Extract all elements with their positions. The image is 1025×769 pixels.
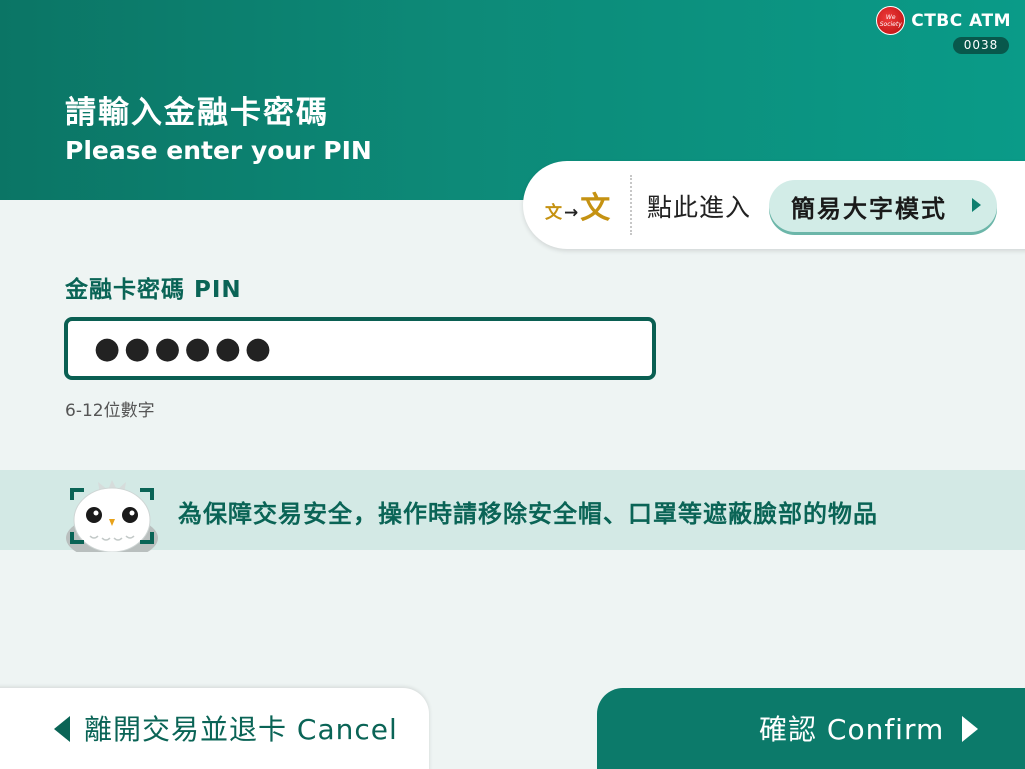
brand-logo-text: We Society <box>879 13 902 28</box>
divider <box>630 175 632 235</box>
brand-name: CTBC ATM <box>911 10 1011 31</box>
pin-label: 金融卡密碼 PIN <box>65 277 242 303</box>
arrow-right-icon <box>962 716 979 742</box>
large-text-mode-button-label: 簡易大字模式 <box>791 194 947 223</box>
owl-mascot-icon <box>66 480 158 552</box>
arrow-left-icon <box>54 716 70 742</box>
cancel-button[interactable]: 離開交易並退卡 Cancel <box>0 688 429 769</box>
large-text-mode-hint: 點此進入 <box>647 193 752 222</box>
page-title-en: Please enter your PIN <box>65 136 372 165</box>
security-notice-text: 為保障交易安全，操作時請移除安全帽、口罩等遮蔽臉部的物品 <box>178 500 878 528</box>
confirm-button[interactable]: 確認 Confirm <box>597 688 1025 769</box>
pin-hint: 6-12位數字 <box>65 401 155 421</box>
text-size-icon: 文 → 文 <box>545 191 611 226</box>
page-title-zh: 請輸入金融卡密碼 <box>65 95 329 131</box>
large-text-mode-panel: 文 → 文 點此進入 簡易大字模式 <box>523 161 1025 249</box>
confirm-button-label: 確認 Confirm <box>759 713 945 746</box>
cancel-button-label: 離開交易並退卡 Cancel <box>84 713 398 746</box>
large-text-mode-button[interactable]: 簡易大字模式 <box>769 180 997 232</box>
pin-input[interactable]: ●●●●●● <box>64 317 656 380</box>
ctbc-logo-icon: We Society <box>876 6 906 35</box>
pin-masked-value: ●●●●●● <box>94 331 276 366</box>
brand: We Society CTBC ATM <box>876 6 1011 35</box>
caret-right-icon <box>972 198 981 212</box>
atm-id-badge: 0038 <box>953 37 1009 54</box>
